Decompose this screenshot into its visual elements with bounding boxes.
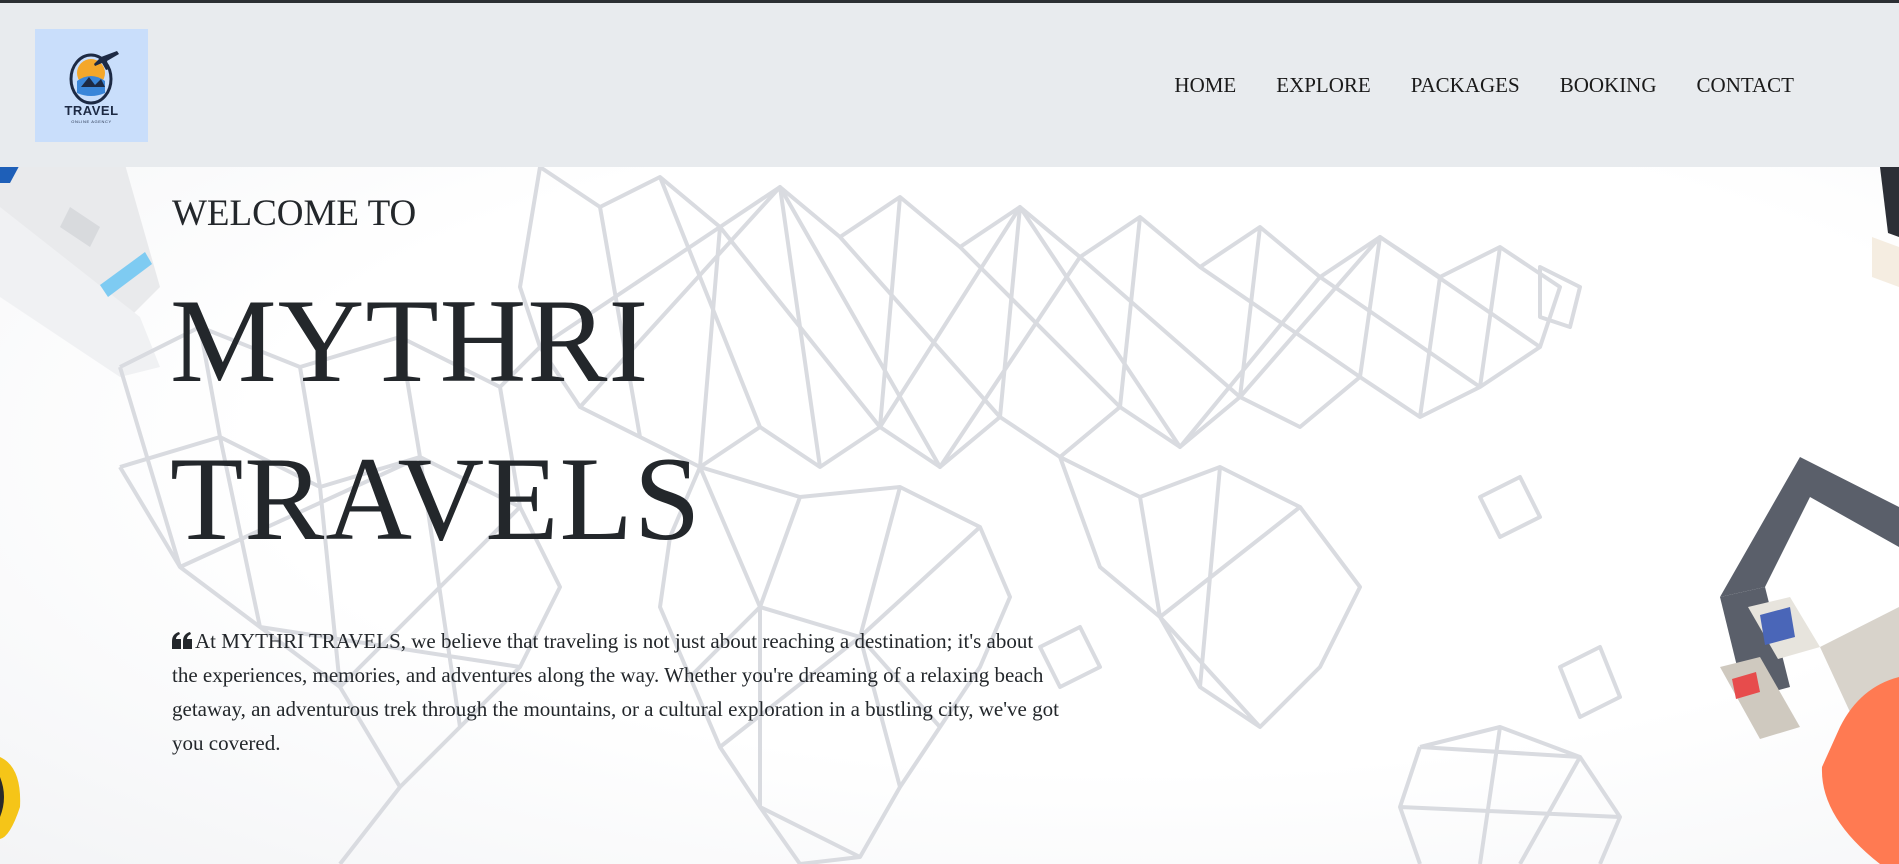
quote-left-icon	[172, 632, 192, 649]
main-nav: HOME EXPLORE PACKAGES BOOKING CONTACT	[1174, 73, 1794, 98]
navbar: TRAVEL ONLINE AGENCY HOME EXPLORE PACKAG…	[0, 3, 1899, 167]
nav-explore-link[interactable]: EXPLORE	[1276, 73, 1371, 98]
logo-title: TRAVEL	[64, 103, 119, 118]
hero-tagline: At MYTHRI TRAVELS, we believe that trave…	[172, 624, 1062, 760]
hero-tagline-text: At MYTHRI TRAVELS, we believe that trave…	[172, 629, 1059, 755]
hero-title-line1: MYTHRI	[170, 274, 650, 407]
airplane-decoration-icon	[0, 167, 160, 377]
welcome-heading: WELCOME TO	[172, 193, 417, 234]
nav-home-link[interactable]: HOME	[1174, 73, 1236, 98]
nav-contact-link[interactable]: CONTACT	[1697, 73, 1794, 98]
hero-title-line2: TRAVELS	[170, 432, 702, 565]
nav-packages-link[interactable]: PACKAGES	[1411, 73, 1520, 98]
site-logo[interactable]: TRAVEL ONLINE AGENCY	[35, 29, 148, 142]
nav-booking-link[interactable]: BOOKING	[1560, 73, 1657, 98]
hero-content: WELCOME TO MYTHRI TRAVELS At MYTHRI TRAV…	[170, 167, 1072, 781]
camera-decoration-icon	[1872, 167, 1899, 287]
hero-title: MYTHRI TRAVELS	[170, 262, 1072, 578]
yellow-object-decoration-icon	[0, 757, 21, 839]
luggage-decoration-icon	[1720, 457, 1899, 864]
logo-subtitle: ONLINE AGENCY	[71, 119, 112, 124]
top-border	[0, 0, 1899, 3]
airplane-globe-logo-icon	[69, 51, 119, 105]
hero-section: WELCOME TO MYTHRI TRAVELS At MYTHRI TRAV…	[0, 167, 1899, 864]
